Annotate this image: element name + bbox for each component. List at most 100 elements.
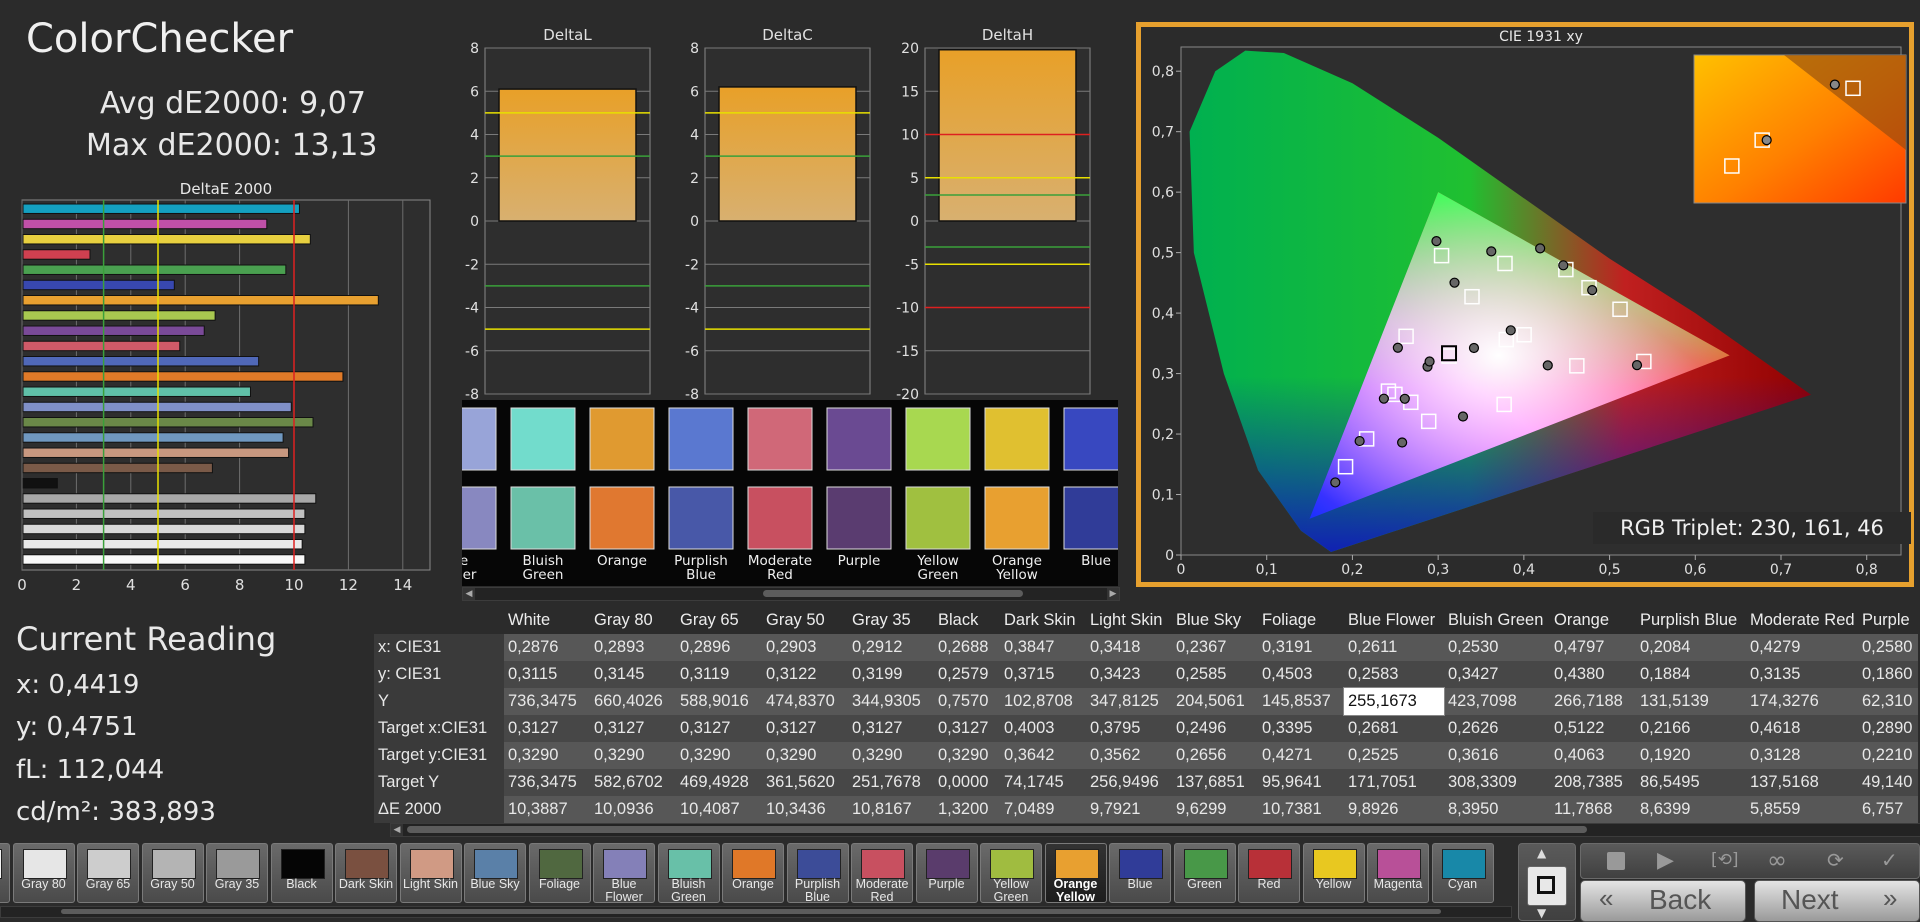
column-header[interactable]: Foliage xyxy=(1258,607,1344,634)
column-header[interactable]: Gray 80 xyxy=(590,607,676,634)
table-cell[interactable]: 308,3309 xyxy=(1444,769,1550,796)
table-cell[interactable]: 0,3127 xyxy=(504,715,590,742)
table-cell[interactable]: 0,3115 xyxy=(504,661,590,688)
table-cell[interactable]: 0,2903 xyxy=(762,634,848,661)
table-cell[interactable]: 8,3950 xyxy=(1444,796,1550,823)
table-cell[interactable]: 10,4087 xyxy=(676,796,762,823)
table-cell[interactable]: 0,2166 xyxy=(1636,715,1746,742)
patch-tab[interactable]: Purple xyxy=(915,843,978,903)
table-cell[interactable]: 0,4271 xyxy=(1258,742,1344,769)
patch-tab[interactable]: Orange Yellow xyxy=(1044,843,1107,904)
patch-tab[interactable]: Blue Sky xyxy=(464,843,526,903)
arrow-up-icon[interactable]: ▲ xyxy=(1537,846,1546,860)
table-cell[interactable]: 0,2525 xyxy=(1344,742,1444,769)
patch-tab[interactable]: Green xyxy=(1173,843,1236,903)
table-cell[interactable]: 0,3715 xyxy=(1000,661,1086,688)
table-cell[interactable]: 0,4797 xyxy=(1550,634,1636,661)
table-cell[interactable]: 204,5061 xyxy=(1172,688,1258,715)
patch-tab[interactable]: Magenta xyxy=(1367,843,1429,903)
table-cell[interactable]: 469,4928 xyxy=(676,769,762,796)
stop-icon[interactable] xyxy=(1607,852,1625,870)
table-cell[interactable]: 11,7868 xyxy=(1550,796,1636,823)
patch-tab[interactable]: Yellow Green xyxy=(980,843,1042,904)
table-cell[interactable]: 0,3642 xyxy=(1000,742,1086,769)
table-cell[interactable]: 10,3436 xyxy=(762,796,848,823)
table-cell[interactable]: 344,9305 xyxy=(848,688,934,715)
table-cell[interactable]: 10,7381 xyxy=(1258,796,1344,823)
table-cell[interactable]: 5,8559 xyxy=(1746,796,1858,823)
record-button[interactable] xyxy=(1527,866,1567,906)
table-cell[interactable]: 0,4003 xyxy=(1000,715,1086,742)
table-cell[interactable]: 0,3290 xyxy=(590,742,676,769)
column-header[interactable]: White xyxy=(504,607,590,634)
table-cell[interactable]: 256,9496 xyxy=(1086,769,1172,796)
data-grid[interactable]: White Gray 80 Gray 65 Gray 50 Gray 35 Black Da… xyxy=(374,607,1918,823)
table-cell[interactable]: 0,3427 xyxy=(1444,661,1550,688)
table-cell[interactable]: 0,2912 xyxy=(848,634,934,661)
table-cell[interactable]: 0,3562 xyxy=(1086,742,1172,769)
loop-icon[interactable]: ∞ xyxy=(1767,846,1787,874)
table-cell[interactable]: 0,4279 xyxy=(1746,634,1858,661)
table-cell[interactable]: 0,3423 xyxy=(1086,661,1172,688)
table-cell[interactable]: 251,7678 xyxy=(848,769,934,796)
table-cell[interactable]: 9,7921 xyxy=(1086,796,1172,823)
column-header[interactable]: Gray 50 xyxy=(762,607,848,634)
table-cell[interactable]: 0,4063 xyxy=(1550,742,1636,769)
table-cell[interactable]: 0,2583 xyxy=(1344,661,1444,688)
auto-icon[interactable]: ⟳ xyxy=(1827,848,1844,872)
table-cell[interactable]: 0,3847 xyxy=(1000,634,1086,661)
table-cell[interactable]: 10,8167 xyxy=(848,796,934,823)
table-cell[interactable]: 0,3290 xyxy=(504,742,590,769)
column-header[interactable]: Purplish Blue xyxy=(1636,607,1746,634)
next-button[interactable]: Next » xyxy=(1754,880,1920,922)
table-cell[interactable]: 588,9016 xyxy=(676,688,762,715)
table-cell[interactable]: 0,1884 xyxy=(1636,661,1746,688)
table-cell[interactable]: 0,2681 xyxy=(1344,715,1444,742)
table-cell[interactable]: 0,3122 xyxy=(762,661,848,688)
table-cell[interactable]: 0,3290 xyxy=(676,742,762,769)
table-cell[interactable]: 0,2530 xyxy=(1444,634,1550,661)
table-cell[interactable]: 0,3418 xyxy=(1086,634,1172,661)
table-cell[interactable]: 255,1673 xyxy=(1343,687,1445,716)
patch-tab[interactable]: Light Skin xyxy=(399,843,462,903)
table-cell[interactable]: 9,8926 xyxy=(1344,796,1444,823)
table-cell[interactable]: 0,2611 xyxy=(1344,634,1444,661)
table-cell[interactable]: 49,140 xyxy=(1858,769,1918,796)
table-cell[interactable]: 0,3127 xyxy=(848,715,934,742)
table-cell[interactable]: 0,4618 xyxy=(1746,715,1858,742)
table-cell[interactable]: 145,8537 xyxy=(1258,688,1344,715)
table-cell[interactable]: 0,2367 xyxy=(1172,634,1258,661)
table-cell[interactable]: 0,3127 xyxy=(762,715,848,742)
patch-strip[interactable]: e Gray 80 Gray 65 Gray 50 Gray 35 Black Dark S… xyxy=(0,843,1510,905)
table-cell[interactable]: 582,6702 xyxy=(590,769,676,796)
table-cell[interactable]: 0,2496 xyxy=(1172,715,1258,742)
patch-tab[interactable]: Gray 65 xyxy=(77,843,139,903)
table-cell[interactable]: 0,3199 xyxy=(848,661,934,688)
cie-chart-panel[interactable]: CIE 1931 xy 0 0,1 0,2 0,3 0,4 0,5 0,6 0,7 0,8 0 0,1… xyxy=(1136,22,1914,587)
table-cell[interactable]: 0,2688 xyxy=(934,634,1000,661)
table-cell[interactable]: 8,6399 xyxy=(1636,796,1746,823)
scroll-left-icon[interactable]: ◀ xyxy=(463,588,475,600)
play-icon[interactable]: ▶ xyxy=(1657,848,1674,873)
column-header[interactable]: Dark Skin xyxy=(1000,607,1086,634)
check-icon[interactable]: ✓ xyxy=(1881,848,1898,872)
table-scroll-thumb[interactable] xyxy=(407,826,1587,833)
table-scrollbar[interactable]: ◀ xyxy=(390,823,1920,837)
table-cell[interactable]: 0,4503 xyxy=(1258,661,1344,688)
table-cell[interactable]: 0,3119 xyxy=(676,661,762,688)
table-cell[interactable]: 131,5139 xyxy=(1636,688,1746,715)
table-cell[interactable]: 86,5495 xyxy=(1636,769,1746,796)
table-cell[interactable]: 0,2876 xyxy=(504,634,590,661)
table-cell[interactable]: 174,3276 xyxy=(1746,688,1858,715)
table-cell[interactable]: 347,8125 xyxy=(1086,688,1172,715)
table-cell[interactable]: 0,3127 xyxy=(934,715,1000,742)
table-cell[interactable]: 10,0936 xyxy=(590,796,676,823)
patch-tab[interactable]: Gray 80 xyxy=(12,843,75,903)
column-header[interactable]: Moderate Red xyxy=(1746,607,1858,634)
patch-tab[interactable]: Gray 35 xyxy=(206,843,268,903)
table-cell[interactable]: 0,3395 xyxy=(1258,715,1344,742)
table-cell[interactable]: 0,3127 xyxy=(590,715,676,742)
table-cell[interactable]: 0,0000 xyxy=(934,769,1000,796)
table-cell[interactable]: 208,7385 xyxy=(1550,769,1636,796)
table-cell[interactable]: 0,3290 xyxy=(934,742,1000,769)
